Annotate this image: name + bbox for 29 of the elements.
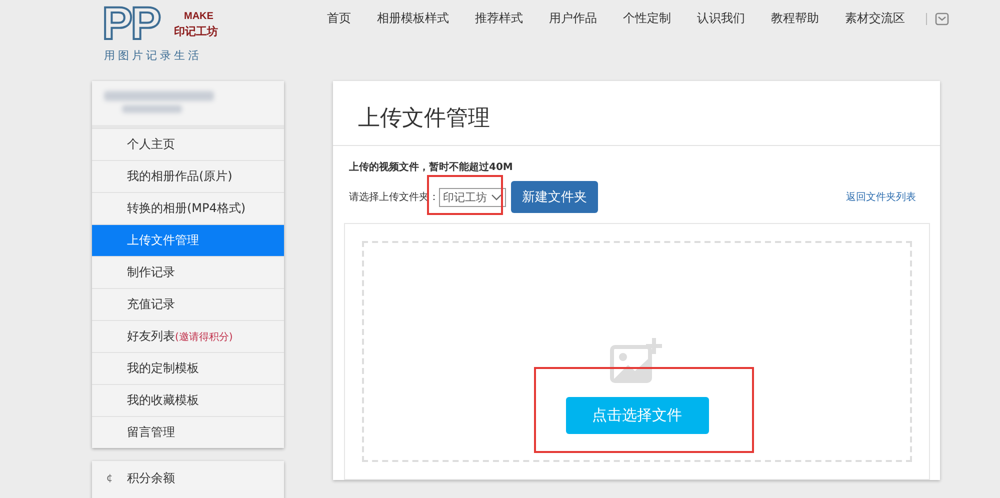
nav-link[interactable]: 认识我们 [684, 10, 758, 27]
nav-link[interactable]: 相册模板样式 [364, 10, 462, 27]
sidebar-item[interactable]: 充值记录 [92, 288, 284, 320]
sidebar-item[interactable]: 个人主页 [92, 128, 284, 160]
sidebar-item[interactable]: 我的相册作品(原片) [92, 160, 284, 192]
page-title: 上传文件管理 [333, 81, 940, 146]
logo-mark: PP [102, 0, 160, 48]
nav-link[interactable]: 教程帮助 [758, 10, 832, 27]
new-folder-button[interactable]: 新建文件夹 [511, 181, 598, 213]
add-image-icon [610, 337, 664, 383]
logo-brand: 印记工坊 [174, 24, 218, 39]
logo-make: MAKE [184, 11, 214, 22]
back-link[interactable]: 返回文件夹列表 [846, 190, 916, 204]
nav-link[interactable]: 用户作品 [536, 10, 610, 27]
sidebar-item[interactable]: 制作记录 [92, 256, 284, 288]
mail-icon[interactable] [935, 12, 949, 26]
nav-link[interactable]: 素材交流区 [832, 10, 918, 27]
sidebar-item[interactable]: 上传文件管理 [92, 224, 284, 256]
folder-select[interactable]: 印记工坊 [439, 188, 506, 206]
sidebar-item[interactable]: 我的收藏模板 [92, 384, 284, 416]
sidebar-item[interactable]: 我的定制模板 [92, 352, 284, 384]
upload-notice: 上传的视频文件，暂时不能超过40M [349, 160, 514, 174]
logo-slogan: 用图片记录生活 [104, 48, 202, 63]
chevron-down-icon [491, 194, 502, 200]
nav-link[interactable]: 首页 [314, 10, 364, 27]
sidebar-item[interactable]: 好友列表(邀请得积分) [92, 320, 284, 352]
sidebar-item[interactable]: 留言管理 [92, 416, 284, 448]
nav-link[interactable]: 个性定制 [610, 10, 684, 27]
nav-link[interactable]: 推荐样式 [462, 10, 536, 27]
